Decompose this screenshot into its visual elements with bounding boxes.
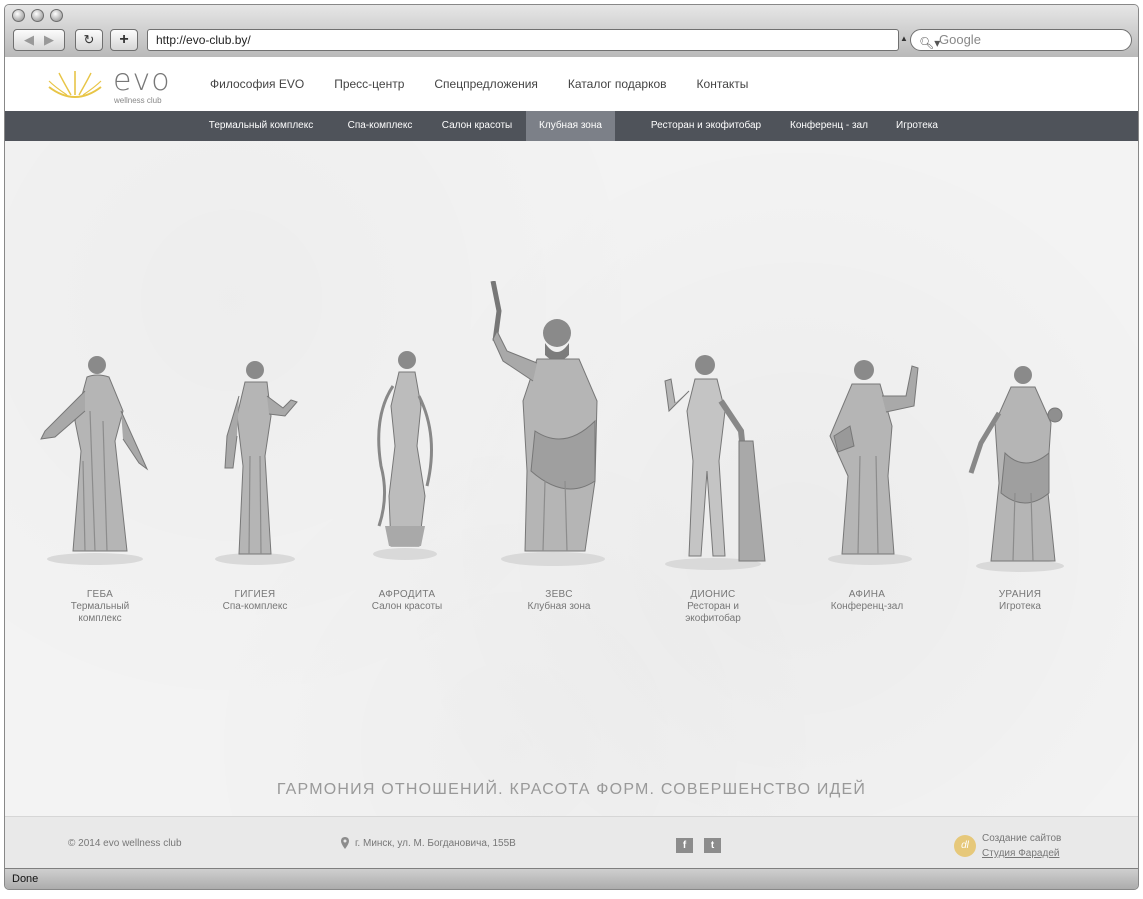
statue-dionysus-icon xyxy=(664,355,766,570)
minimize-window-button[interactable] xyxy=(31,9,44,22)
reload-icon: ↻ xyxy=(83,32,95,47)
statue-desc[interactable]: Клубная зона xyxy=(528,601,591,612)
location-pin-icon xyxy=(341,837,349,849)
statue-name: АФРОДИТА xyxy=(378,589,436,600)
statue-aphrodite[interactable] xyxy=(365,346,445,561)
statue-geba[interactable] xyxy=(35,351,155,566)
menu-special-offers[interactable]: Спецпредложения xyxy=(434,57,538,111)
statue-gigieya[interactable] xyxy=(205,356,305,566)
website: evo wellness club Философия EVO Пресс-це… xyxy=(5,57,1138,869)
menu-philosophy[interactable]: Философия EVO xyxy=(210,57,304,111)
logo-text: evo xyxy=(113,63,171,98)
statues-stage: ГЕБА Термальный комплекс ГИГИЕЯ Спа-комп… xyxy=(5,141,1138,816)
statue-zeus[interactable] xyxy=(485,281,610,566)
section-nav: Термальный комплекс Спа-комплекс Салон к… xyxy=(5,111,1138,141)
search-input[interactable]: 🔍︎▾ Google xyxy=(910,29,1132,51)
statue-name: ГЕБА xyxy=(86,589,114,600)
search-icon: 🔍︎▾ xyxy=(919,36,941,50)
twitter-icon[interactable]: t xyxy=(704,838,721,853)
caption-gigieya: ГИГИЕЯ Спа-комплекс xyxy=(180,589,330,613)
reload-button[interactable]: ↻ xyxy=(75,29,103,51)
statue-desc[interactable]: Ресторан и экофитобар xyxy=(638,601,788,625)
caption-urania: УРАНИЯ Игротека xyxy=(945,589,1095,613)
zoom-window-button[interactable] xyxy=(50,9,63,22)
statue-desc[interactable]: Спа-комплекс xyxy=(223,601,288,612)
back-forward-group: ◀ ▶ xyxy=(13,29,65,51)
statue-name: ГИГИЕЯ xyxy=(234,589,276,600)
close-window-button[interactable] xyxy=(12,9,25,22)
subnav-restaurant[interactable]: Ресторан и экофитобар xyxy=(631,111,781,141)
subnav-club[interactable]: Клубная зона xyxy=(526,111,615,141)
subnav-beauty[interactable]: Салон красоты xyxy=(431,111,523,141)
footer-address: г. Минск, ул. М. Богдановича, 155В xyxy=(341,837,516,849)
statue-athena-icon xyxy=(828,360,919,565)
site-footer: © 2014 evo wellness club г. Минск, ул. М… xyxy=(5,816,1138,869)
caption-athena: АФИНА Конференц-зал xyxy=(792,589,942,613)
statue-geba-icon xyxy=(40,356,149,565)
statue-gigieya-icon xyxy=(215,361,298,565)
statue-desc[interactable]: Конференц-зал xyxy=(831,601,903,612)
address-text: г. Минск, ул. М. Богдановича, 155В xyxy=(355,837,516,849)
statue-zeus-icon xyxy=(490,281,605,566)
caption-aphrodite: АФРОДИТА Салон красоты xyxy=(332,589,482,613)
subnav-games[interactable]: Игротека xyxy=(887,111,947,141)
sun-logo-icon xyxy=(48,71,102,98)
tagline: ГАРМОНИЯ ОТНОШЕНИЙ. КРАСОТА ФОРМ. СОВЕРШ… xyxy=(276,781,867,798)
add-bookmark-button[interactable]: + xyxy=(110,29,138,51)
menu-press-center[interactable]: Пресс-центр xyxy=(334,57,404,111)
status-text: Done xyxy=(12,873,39,885)
address-dropdown-icon[interactable]: ▲ xyxy=(900,34,908,43)
facebook-icon[interactable]: f xyxy=(676,838,693,853)
statue-urania[interactable] xyxy=(965,363,1075,573)
caption-zeus: ЗЕВС Клубная зона xyxy=(484,589,634,613)
main-menu: Философия EVO Пресс-центр Спецпредложени… xyxy=(210,57,778,111)
credit-link[interactable]: Студия Фарадей xyxy=(982,848,1059,859)
statue-name: ДИОНИС xyxy=(690,589,736,600)
subnav-thermal[interactable]: Термальный комплекс xyxy=(198,111,324,141)
browser-status-bar: Done xyxy=(5,868,1138,889)
logo-subtitle: wellness club xyxy=(114,96,162,105)
copyright: © 2014 evo wellness club xyxy=(68,838,182,849)
statue-aphrodite-icon xyxy=(373,351,437,560)
menu-gift-catalog[interactable]: Каталог подарков xyxy=(568,57,667,111)
statue-desc[interactable]: Салон красоты xyxy=(372,601,442,612)
caption-dionysus: ДИОНИС Ресторан и экофитобар xyxy=(638,589,788,625)
statue-desc[interactable]: Термальный комплекс xyxy=(25,601,175,625)
statue-name: АФИНА xyxy=(848,589,886,600)
statue-name: ЗЕВС xyxy=(545,589,573,600)
back-arrow-icon[interactable]: ◀ xyxy=(24,32,34,48)
address-bar[interactable]: http://evo-club.by/ xyxy=(147,29,899,51)
forward-arrow-icon[interactable]: ▶ xyxy=(44,32,54,48)
statue-dionysus[interactable] xyxy=(655,351,775,571)
statue-urania-icon xyxy=(968,366,1064,572)
site-logo[interactable]: evo wellness club xyxy=(45,63,185,105)
browser-window: ◀ ▶ ↻ + http://evo-club.by/ ▲ 🔍︎▾ Google xyxy=(4,4,1139,890)
search-placeholder: Google xyxy=(939,32,981,47)
site-header: evo wellness club Философия EVO Пресс-це… xyxy=(5,57,1138,111)
subnav-spa[interactable]: Спа-комплекс xyxy=(338,111,422,141)
caption-geba: ГЕБА Термальный комплекс xyxy=(25,589,175,625)
studio-logo-icon: dl xyxy=(954,835,976,857)
subnav-conference[interactable]: Конференц - зал xyxy=(785,111,873,141)
credit-line1: Создание сайтов xyxy=(982,833,1062,844)
browser-toolbar: ◀ ▶ ↻ + http://evo-club.by/ ▲ 🔍︎▾ Google xyxy=(5,5,1138,58)
menu-contacts[interactable]: Контакты xyxy=(697,57,749,111)
statue-athena[interactable] xyxy=(820,356,925,566)
statue-name: УРАНИЯ xyxy=(998,589,1042,600)
plus-icon: + xyxy=(119,31,129,48)
statue-desc[interactable]: Игротека xyxy=(999,601,1041,612)
